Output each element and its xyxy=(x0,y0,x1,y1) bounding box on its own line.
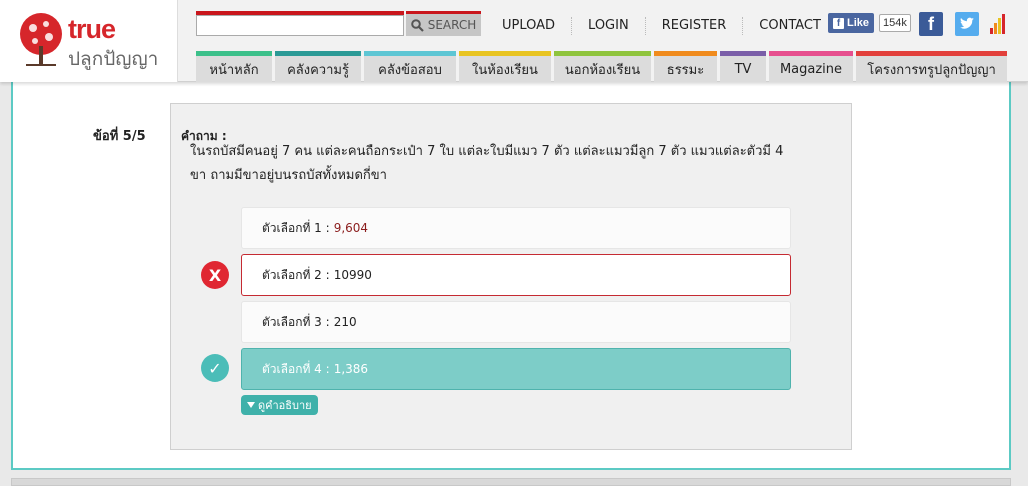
choice-value: 1,386 xyxy=(333,362,369,376)
logo[interactable]: true ปลูกปัญญา xyxy=(0,0,178,82)
facebook-like-label: Like xyxy=(847,17,870,29)
nav-tab-tv[interactable]: TV xyxy=(720,51,766,82)
facebook-like-count: 154k xyxy=(879,14,911,32)
search-button-label: SEARCH xyxy=(427,18,477,32)
wrong-glyph: X xyxy=(208,265,222,285)
nav-tab-magazine[interactable]: Magazine xyxy=(769,51,853,82)
choice-label: ตัวเลือกที่ 4 : xyxy=(262,361,330,376)
nav-tab-true-project[interactable]: โครงการทรูปลูกปัญญา xyxy=(856,51,1007,82)
register-link[interactable]: REGISTER xyxy=(646,17,744,35)
show-explanation-button[interactable]: ดูคำอธิบาย xyxy=(241,395,318,415)
contact-link[interactable]: CONTACT xyxy=(743,17,837,35)
show-explanation-label: ดูคำอธิบาย xyxy=(258,399,312,412)
footer-strip xyxy=(11,478,1011,486)
facebook-f-icon: f xyxy=(833,17,844,29)
facebook-icon[interactable]: f xyxy=(919,12,943,36)
search-button[interactable]: SEARCH xyxy=(406,11,481,36)
caret-down-icon xyxy=(247,402,255,408)
nav-tab-dhamma[interactable]: ธรรมะ xyxy=(654,51,717,82)
brand-name: true xyxy=(68,14,116,44)
twitter-bird-icon xyxy=(960,17,974,29)
login-link[interactable]: LOGIN xyxy=(572,17,646,35)
facebook-like-widget[interactable]: f Like 154k xyxy=(828,13,911,33)
top-links: UPLOAD LOGIN REGISTER CONTACT xyxy=(486,17,837,35)
twitter-icon[interactable] xyxy=(955,12,979,36)
correct-answer-icon: ✓ xyxy=(201,354,229,382)
choice-label: ตัวเลือกที่ 1 : xyxy=(262,220,330,235)
nav-tab-in-class[interactable]: ในห้องเรียน xyxy=(459,51,551,82)
search-input[interactable] xyxy=(196,15,404,36)
tree-logo-icon xyxy=(20,13,62,66)
question-number: ข้อที่ 5/5 xyxy=(93,129,146,144)
wrong-answer-icon: X xyxy=(201,261,229,289)
stats-icon[interactable] xyxy=(990,12,1006,36)
choice-value: 210 xyxy=(333,315,357,329)
choice-label: ตัวเลือกที่ 3 : xyxy=(262,314,330,329)
nav-tab-home[interactable]: หน้าหลัก xyxy=(196,51,272,82)
choice-2[interactable]: ตัวเลือกที่ 2 : 10990 xyxy=(241,254,791,296)
site-header: true ปลูกปัญญา SEARCH UPLOAD LOGIN REGIS… xyxy=(0,0,1028,82)
choice-4[interactable]: ตัวเลือกที่ 4 : 1,386 xyxy=(241,348,791,390)
choice-value: 9,604 xyxy=(333,221,369,235)
nav-tab-knowledge[interactable]: คลังความรู้ xyxy=(275,51,361,82)
search-icon xyxy=(410,18,424,32)
bar-stats-icon xyxy=(990,14,1005,34)
nav-tab-exams[interactable]: คลังข้อสอบ xyxy=(364,51,456,82)
upload-link[interactable]: UPLOAD xyxy=(486,17,573,35)
nav-tab-out-class[interactable]: นอกห้องเรียน xyxy=(554,51,651,82)
main-nav: หน้าหลัก คลังความรู้ คลังข้อสอบ ในห้องเร… xyxy=(196,51,1007,82)
choice-label: ตัวเลือกที่ 2 : xyxy=(262,267,330,282)
correct-glyph: ✓ xyxy=(208,358,222,378)
choice-3[interactable]: ตัวเลือกที่ 3 : 210 xyxy=(241,301,791,343)
brand-tagline: ปลูกปัญญา xyxy=(68,48,159,70)
choice-value: 10990 xyxy=(333,268,372,282)
facebook-like-button[interactable]: f Like xyxy=(828,13,875,33)
choice-1[interactable]: ตัวเลือกที่ 1 : 9,604 xyxy=(241,207,791,249)
facebook-glyph: f xyxy=(928,13,934,34)
question-text: ในรถบัสมีคนอยู่ 7 คน แต่ละคนถือกระเป๋า 7… xyxy=(190,144,784,183)
